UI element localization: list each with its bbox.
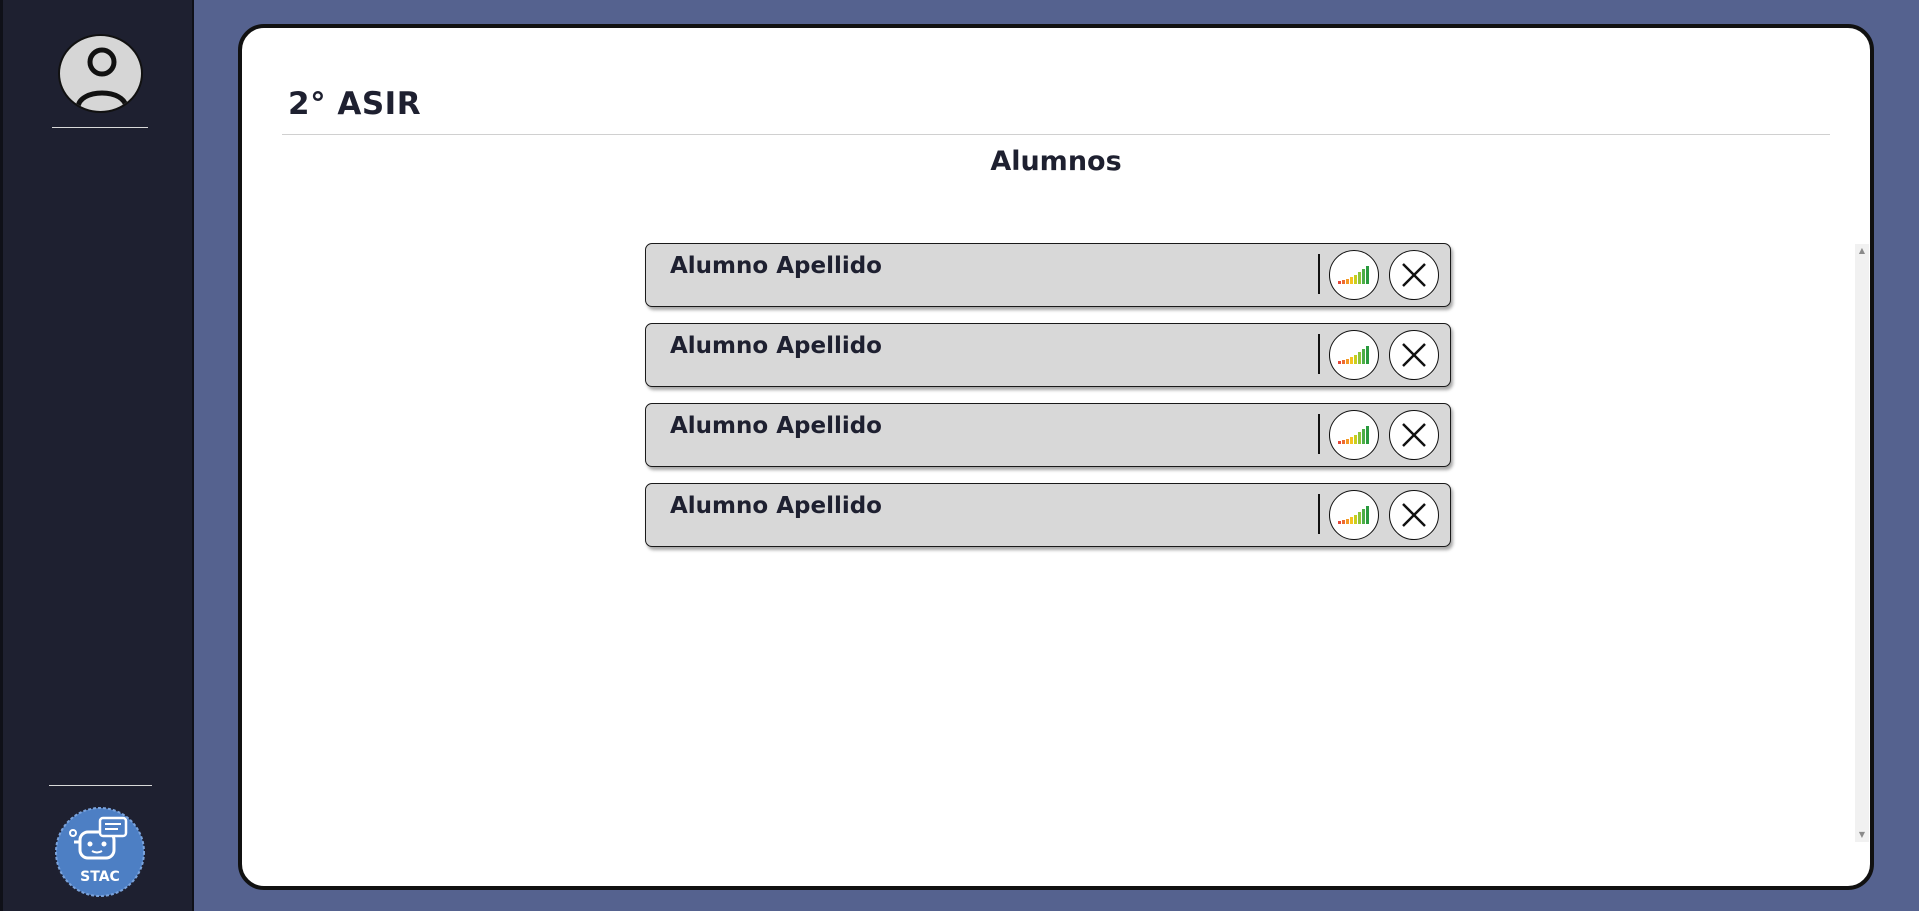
close-icon xyxy=(1402,503,1426,527)
student-name: Alumno Apellido xyxy=(670,493,882,519)
close-icon xyxy=(1402,263,1426,287)
stats-button[interactable] xyxy=(1329,250,1379,300)
student-row: Alumno Apellido xyxy=(645,403,1451,467)
close-icon xyxy=(1402,343,1426,367)
close-icon xyxy=(1402,423,1426,447)
row-divider xyxy=(1318,494,1320,534)
title-divider xyxy=(282,134,1830,135)
scroll-down-arrow-icon[interactable]: ▼ xyxy=(1855,828,1869,842)
scrollbar[interactable]: ▲ ▼ xyxy=(1855,244,1869,842)
sidebar: STAC xyxy=(0,0,194,911)
row-divider xyxy=(1318,254,1320,294)
signal-bars-icon xyxy=(1338,266,1369,284)
section-title: Alumnos xyxy=(990,146,1122,177)
student-name: Alumno Apellido xyxy=(670,413,882,439)
stats-button[interactable] xyxy=(1329,490,1379,540)
stats-button[interactable] xyxy=(1329,410,1379,460)
student-name: Alumno Apellido xyxy=(670,333,882,359)
remove-student-button[interactable] xyxy=(1389,410,1439,460)
stats-button[interactable] xyxy=(1329,330,1379,380)
sidebar-divider xyxy=(49,785,152,786)
page-title: 2° ASIR xyxy=(288,86,422,122)
student-row: Alumno Apellido xyxy=(645,243,1451,307)
remove-student-button[interactable] xyxy=(1389,490,1439,540)
remove-student-button[interactable] xyxy=(1389,330,1439,380)
logo-text: STAC xyxy=(80,869,120,885)
signal-bars-icon xyxy=(1338,426,1369,444)
student-row: Alumno Apellido xyxy=(645,483,1451,547)
scroll-up-arrow-icon[interactable]: ▲ xyxy=(1855,244,1869,258)
row-divider xyxy=(1318,414,1320,454)
row-divider xyxy=(1318,334,1320,374)
sidebar-divider xyxy=(52,127,148,128)
remove-student-button[interactable] xyxy=(1389,250,1439,300)
stac-logo[interactable]: STAC xyxy=(54,806,146,898)
signal-bars-icon xyxy=(1338,346,1369,364)
student-list: Alumno Apellido Alumno Apellido Alumno A… xyxy=(645,243,1451,563)
student-name: Alumno Apellido xyxy=(670,253,882,279)
user-avatar-icon[interactable] xyxy=(58,34,143,113)
signal-bars-icon xyxy=(1338,506,1369,524)
student-row: Alumno Apellido xyxy=(645,323,1451,387)
